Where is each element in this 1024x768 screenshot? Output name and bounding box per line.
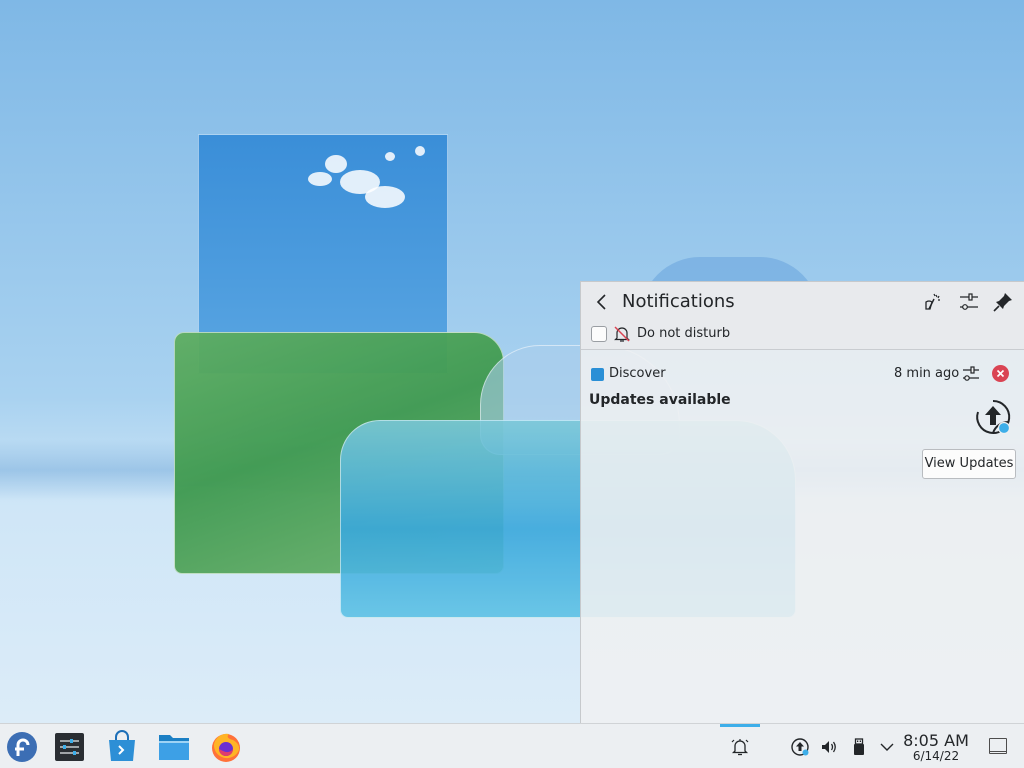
notification-summary: Updates available bbox=[589, 392, 731, 408]
wallpaper-cloud bbox=[308, 172, 332, 186]
updates-icon[interactable] bbox=[790, 737, 810, 757]
notification-close-icon[interactable] bbox=[992, 365, 1009, 382]
panel-header: Notifications Do not disturb bbox=[581, 282, 1024, 350]
tray-active-indicator bbox=[720, 724, 760, 727]
volume-icon[interactable] bbox=[819, 737, 839, 757]
discover-icon[interactable] bbox=[105, 730, 139, 764]
wallpaper-cloud bbox=[365, 186, 405, 208]
panel-title: Notifications bbox=[622, 291, 735, 312]
fedora-logo-icon[interactable] bbox=[5, 730, 39, 764]
discover-app-icon bbox=[591, 368, 604, 381]
notifications-bell-icon[interactable] bbox=[730, 737, 750, 757]
notifications-panel: Notifications Do not disturb Discover 8 … bbox=[580, 281, 1024, 723]
clock-date[interactable]: 6/14/22 bbox=[895, 749, 977, 763]
system-settings-icon[interactable] bbox=[53, 730, 87, 764]
do-not-disturb-checkbox[interactable] bbox=[591, 326, 607, 342]
bell-disabled-icon bbox=[613, 325, 631, 343]
wallpaper-cloud bbox=[415, 146, 425, 156]
notification-time: 8 min ago bbox=[894, 366, 960, 381]
clear-all-icon[interactable] bbox=[921, 290, 945, 314]
do-not-disturb-label[interactable]: Do not disturb bbox=[637, 326, 730, 341]
configure-icon[interactable] bbox=[957, 290, 981, 314]
firefox-icon[interactable] bbox=[209, 730, 243, 764]
notification-app-name: Discover bbox=[609, 366, 666, 381]
view-updates-button[interactable]: View Updates bbox=[922, 449, 1016, 479]
notification-configure-icon[interactable] bbox=[961, 364, 981, 384]
clock-time[interactable]: 8:05 AM bbox=[895, 731, 977, 750]
system-update-icon bbox=[974, 398, 1012, 436]
file-manager-icon[interactable] bbox=[157, 730, 191, 764]
wallpaper-cloud bbox=[325, 155, 347, 173]
usb-device-icon[interactable] bbox=[849, 737, 869, 757]
taskbar: 8:05 AM 6/14/22 bbox=[0, 723, 1024, 768]
show-desktop-icon[interactable] bbox=[989, 738, 1007, 754]
back-arrow-icon[interactable] bbox=[591, 290, 613, 314]
expand-tray-chevron-icon[interactable] bbox=[877, 737, 897, 757]
pin-icon[interactable] bbox=[991, 290, 1015, 314]
wallpaper-cloud bbox=[385, 152, 395, 161]
